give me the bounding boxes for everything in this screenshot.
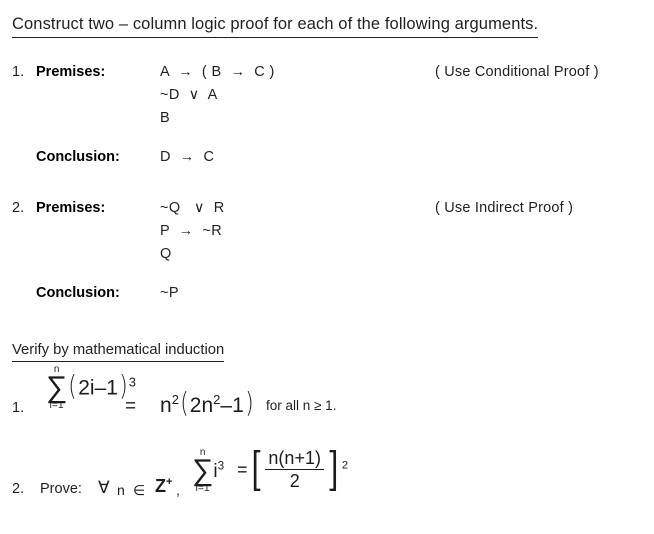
problem-2-premise-1: ~Q ∨ R [160, 200, 225, 216]
fraction: n(n+1) 2 [265, 448, 324, 491]
bracket-right: ] [327, 442, 339, 497]
summand-minus: – [94, 376, 107, 400]
rhs-inner: 2n [189, 394, 214, 417]
bracket-left: [ [250, 442, 263, 497]
induction-2-comma: , [176, 482, 180, 498]
induction-1-condition: for all n ≥ 1. [266, 398, 337, 413]
bracket-exponent: 2 [341, 459, 349, 472]
fraction-numerator: n(n+1) [265, 448, 324, 471]
problem-1-note: ( Use Conditional Proof ) [435, 64, 599, 80]
induction-1-rhs: n2(2n2–1) [160, 386, 255, 419]
sigma-icon: ∑ [46, 370, 68, 405]
induction-1-number: 1. [12, 400, 25, 416]
induction-2-summation: n ∑ i=1 i3 [192, 448, 225, 495]
problem-1-number: 1. [12, 64, 25, 80]
forall-icon: ∀ [98, 478, 110, 497]
problem-1-premise-1: A → ( B → C ) [160, 64, 275, 80]
induction-2-variable: n [117, 482, 125, 498]
problem-2-number: 2. [12, 200, 25, 216]
set-symbol: Z [155, 476, 166, 496]
sigma-group-2: n ∑ i=1 [192, 448, 213, 494]
induction-2-equals: = [237, 459, 248, 480]
page-title: Construct two – column logic proof for e… [12, 14, 539, 38]
induction-2-prove-label: Prove: [40, 481, 82, 497]
set-exponent: + [166, 476, 173, 488]
induction-1-summation: n ∑ i=1 (2i–1)3 [46, 365, 137, 412]
problem-1-conclusion: D → C [160, 149, 215, 165]
sigma-icon: ∑ [192, 453, 214, 488]
summand-exponent: 3 [217, 459, 225, 473]
rhs-base: n [160, 394, 172, 417]
problem-2-note: ( Use Indirect Proof ) [435, 200, 574, 216]
summand-exponent: 3 [128, 374, 137, 390]
induction-1-equals: = [125, 396, 137, 417]
problem-1-premises-label: Premises: [36, 64, 106, 80]
rhs-one: 1 [232, 394, 244, 417]
rhs-close-paren: ) [244, 386, 254, 419]
problem-2-premise-2: P → ~R [160, 223, 223, 239]
rhs-minus: – [220, 394, 233, 417]
problem-2-conclusion-label: Conclusion: [36, 285, 120, 301]
problem-2-premise-3: Q [160, 246, 172, 262]
rhs-base-exponent: 2 [171, 392, 179, 407]
induction-2-set: Z+ [155, 476, 173, 497]
problem-1-conclusion-label: Conclusion: [36, 149, 120, 165]
induction-2-rhs: =[n(n+1) 2] 2 [237, 442, 349, 497]
summand-one: 1 [106, 376, 118, 400]
problem-2-conclusion: ~P [160, 285, 179, 301]
rhs-open-paren: ( [180, 386, 189, 419]
induction-2-number: 2. [12, 481, 25, 497]
problem-2-premises-label: Premises: [36, 200, 106, 216]
summand-body: 2i [78, 376, 95, 400]
element-of-icon: ∈ [133, 482, 146, 498]
induction-section-heading: Verify by mathematical induction [12, 341, 225, 362]
problem-1-premise-2: ~D ∨ A [160, 87, 218, 103]
sigma-group-1: n ∑ i=1 [46, 365, 67, 411]
fraction-denominator: 2 [289, 471, 300, 492]
problem-1-premise-3: B [160, 110, 171, 126]
summand-open-paren: ( [68, 368, 78, 402]
